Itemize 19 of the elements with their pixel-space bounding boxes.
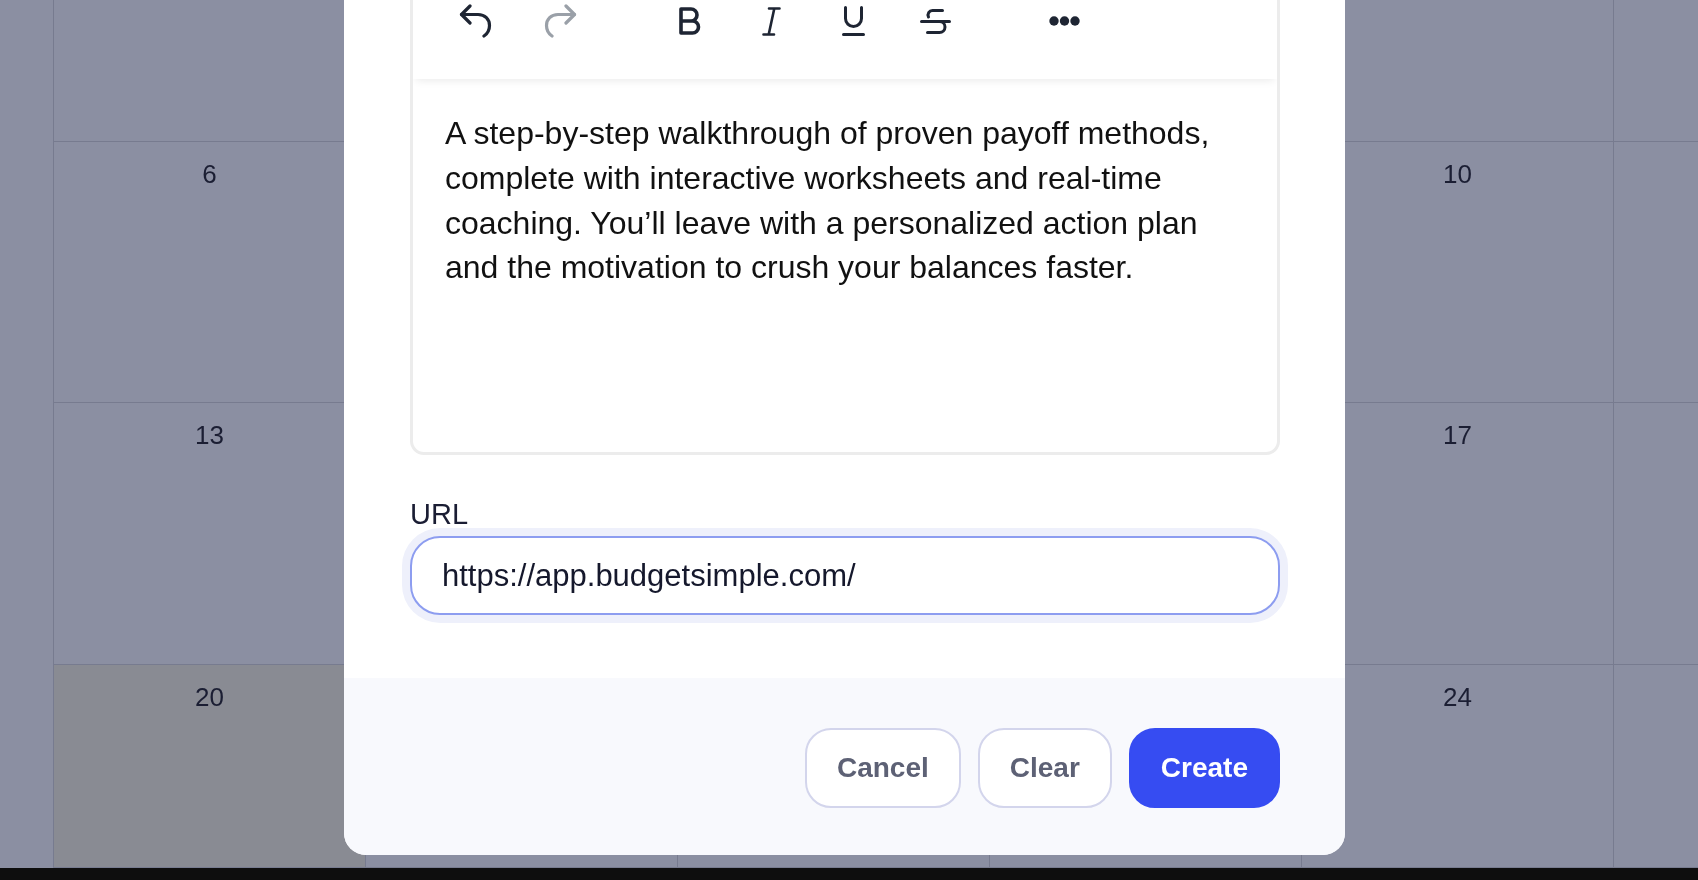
day-number: 17 [1443,420,1472,450]
day-number: 13 [195,420,224,450]
url-label: URL [410,497,469,532]
description-field[interactable]: A step-by-step walkthrough of proven payoff methods, complete with interactive worksheets and real-time coaching. You’ll leave with a personalized action plan and the motivation to crush your balances faster. [413,79,1277,452]
ellipsis-icon [1048,16,1080,26]
secondary-button[interactable]: Cancel [804,728,961,808]
underline-icon [841,6,865,36]
bold-icon [676,7,702,35]
secondary-button[interactable]: Clear [977,728,1112,808]
create-button[interactable]: Create [1128,728,1280,808]
url-input[interactable]: https://app.budgetsimple.com/ [410,536,1280,615]
day-number: 24 [1443,682,1472,712]
strikethrough-icon [919,8,951,34]
day-number: 20 [195,682,224,712]
day-number: 6 [202,159,217,189]
undo-icon [458,4,492,38]
italic-icon [761,6,781,36]
day-number: 10 [1443,159,1472,189]
redo-icon [543,4,577,38]
